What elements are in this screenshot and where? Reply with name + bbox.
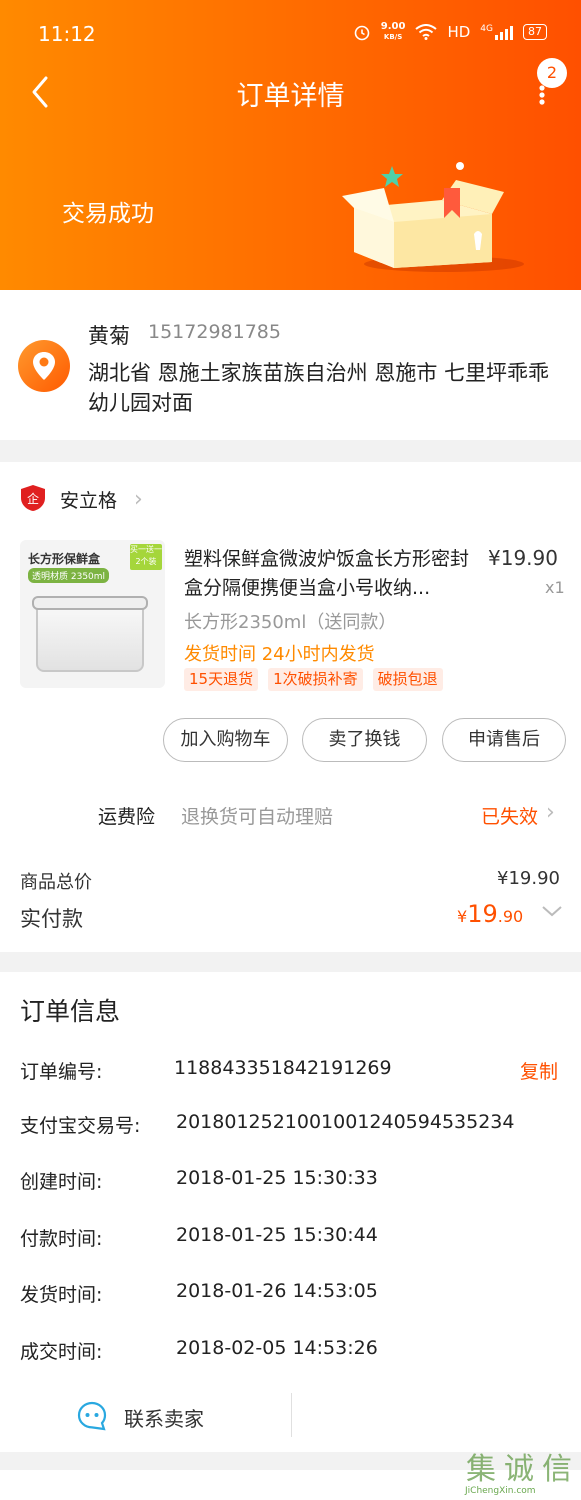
watermark-text: JiChengXin.com bbox=[465, 1486, 536, 1496]
recipient-name: 黄菊 bbox=[88, 324, 130, 348]
expand-chevron-down-icon[interactable] bbox=[540, 902, 564, 920]
goods-total-value: ¥19.90 bbox=[497, 868, 560, 889]
vertical-divider bbox=[291, 1393, 292, 1437]
product-image-sub: 透明材质 2350ml bbox=[28, 568, 110, 583]
order-number-label: 订单编号: bbox=[20, 1061, 103, 1083]
status-bar: 11:12 9.00 KB/S HD 4G 87 bbox=[0, 0, 581, 70]
hd-indicator: HD bbox=[447, 23, 471, 41]
service-tag: 1次破损补寄 bbox=[268, 668, 363, 691]
contact-seller-button[interactable]: 联系卖家 bbox=[124, 1403, 204, 1432]
product-spec: 长方形2350ml（送同款） bbox=[184, 612, 397, 633]
order-info-title: 订单信息 bbox=[20, 997, 121, 1026]
paid-currency: ¥ bbox=[457, 907, 468, 926]
product-title[interactable]: 塑料保鲜盒微波炉饭盒长方形密封盒分隔便携便当盒小号收纳... bbox=[184, 545, 484, 603]
after-sale-button[interactable]: 申请售后 bbox=[442, 718, 566, 762]
shop-logo-icon: 企 bbox=[21, 485, 45, 511]
speed-value: 9.00 bbox=[380, 21, 406, 32]
product-image[interactable]: 长方形保鲜盒 买一送一 2个装 透明材质 2350ml bbox=[20, 540, 165, 688]
shipping-insurance-status[interactable]: 已失效 bbox=[481, 802, 538, 829]
shipping-insurance-desc: 退换货可自动理赔 bbox=[181, 806, 334, 828]
chat-face-icon[interactable] bbox=[76, 1400, 108, 1432]
trade-status: 交易成功 bbox=[62, 201, 154, 227]
container-lid-shape bbox=[32, 596, 148, 610]
message-badge: 2 bbox=[537, 58, 567, 88]
wifi-icon bbox=[415, 24, 438, 40]
network-speed: 9.00 KB/S bbox=[381, 22, 406, 42]
product-price: ¥19.90 bbox=[488, 546, 558, 570]
shop-name[interactable]: 安立格 bbox=[60, 486, 117, 513]
product-ship-time: 发货时间 24小时内发货 bbox=[184, 644, 375, 665]
paid-time-value: 2018-01-25 15:30:44 bbox=[176, 1224, 378, 1246]
package-box-illustration bbox=[342, 162, 524, 272]
goods-total-label: 商品总价 bbox=[20, 872, 92, 893]
watermark-char: 集 bbox=[466, 1452, 496, 1487]
product-image-tag: 买一送一 2个装 bbox=[130, 544, 162, 570]
speed-unit: KB/S bbox=[383, 33, 403, 41]
recipient-phone: 15172981785 bbox=[148, 321, 281, 343]
product-image-label: 长方形保鲜盒 bbox=[28, 552, 101, 566]
resell-button[interactable]: 卖了换钱 bbox=[302, 718, 427, 762]
completed-time-value: 2018-02-05 14:53:26 bbox=[176, 1337, 378, 1359]
paid-time-label: 付款时间: bbox=[20, 1228, 103, 1250]
paid-amount-value: ¥19.90 bbox=[457, 900, 523, 928]
shipped-time-label: 发货时间: bbox=[20, 1284, 103, 1306]
paid-integer: 19 bbox=[467, 900, 498, 928]
alipay-trade-value: 2018012521001001240594535234 bbox=[176, 1111, 515, 1133]
add-to-cart-button[interactable]: 加入购物车 bbox=[163, 718, 288, 762]
page-title: 订单详情 bbox=[236, 81, 345, 112]
completed-time-label: 成交时间: bbox=[20, 1341, 103, 1363]
alipay-trade-label: 支付宝交易号: bbox=[20, 1115, 141, 1137]
watermark-char: 信 bbox=[542, 1452, 572, 1487]
paid-amount-label: 实付款 bbox=[20, 907, 83, 931]
service-tags: 15天退货 1次破损补寄 破损包退 bbox=[184, 668, 443, 691]
order-header: 11:12 9.00 KB/S HD 4G 87 订单详情 2 交易成功 bbox=[0, 0, 581, 290]
paid-decimal: .90 bbox=[497, 907, 524, 926]
container-body-shape bbox=[36, 600, 144, 672]
network-type: 4G bbox=[480, 24, 493, 34]
copy-button[interactable]: 复制 bbox=[520, 1057, 558, 1084]
shop-chevron-icon[interactable]: › bbox=[134, 487, 143, 512]
created-time-value: 2018-01-25 15:30:33 bbox=[176, 1167, 378, 1189]
service-tag: 破损包退 bbox=[372, 668, 443, 691]
alarm-icon bbox=[354, 25, 370, 41]
battery-icon: 87 bbox=[523, 24, 547, 40]
status-icons: 9.00 KB/S HD 4G 87 bbox=[353, 22, 547, 42]
order-info-card bbox=[0, 972, 581, 1452]
service-tag: 15天退货 bbox=[184, 668, 259, 691]
shipped-time-value: 2018-01-26 14:53:05 bbox=[176, 1280, 378, 1302]
insurance-chevron-icon[interactable]: › bbox=[546, 800, 555, 825]
location-pin-icon bbox=[18, 340, 70, 392]
svg-text:企: 企 bbox=[27, 491, 39, 506]
shipping-insurance-label: 运费险 bbox=[98, 806, 156, 828]
product-quantity: x1 bbox=[545, 578, 565, 597]
recipient-address: 湖北省 恩施土家族苗族自治州 恩施市 七里坪乖乖幼儿园对面 bbox=[88, 361, 550, 415]
status-time: 11:12 bbox=[38, 22, 96, 46]
signal-icon: 4G bbox=[480, 24, 513, 40]
order-number-value: 118843351842191269 bbox=[174, 1057, 392, 1079]
watermark-char: 诚 bbox=[504, 1452, 534, 1487]
created-time-label: 创建时间: bbox=[20, 1171, 103, 1193]
